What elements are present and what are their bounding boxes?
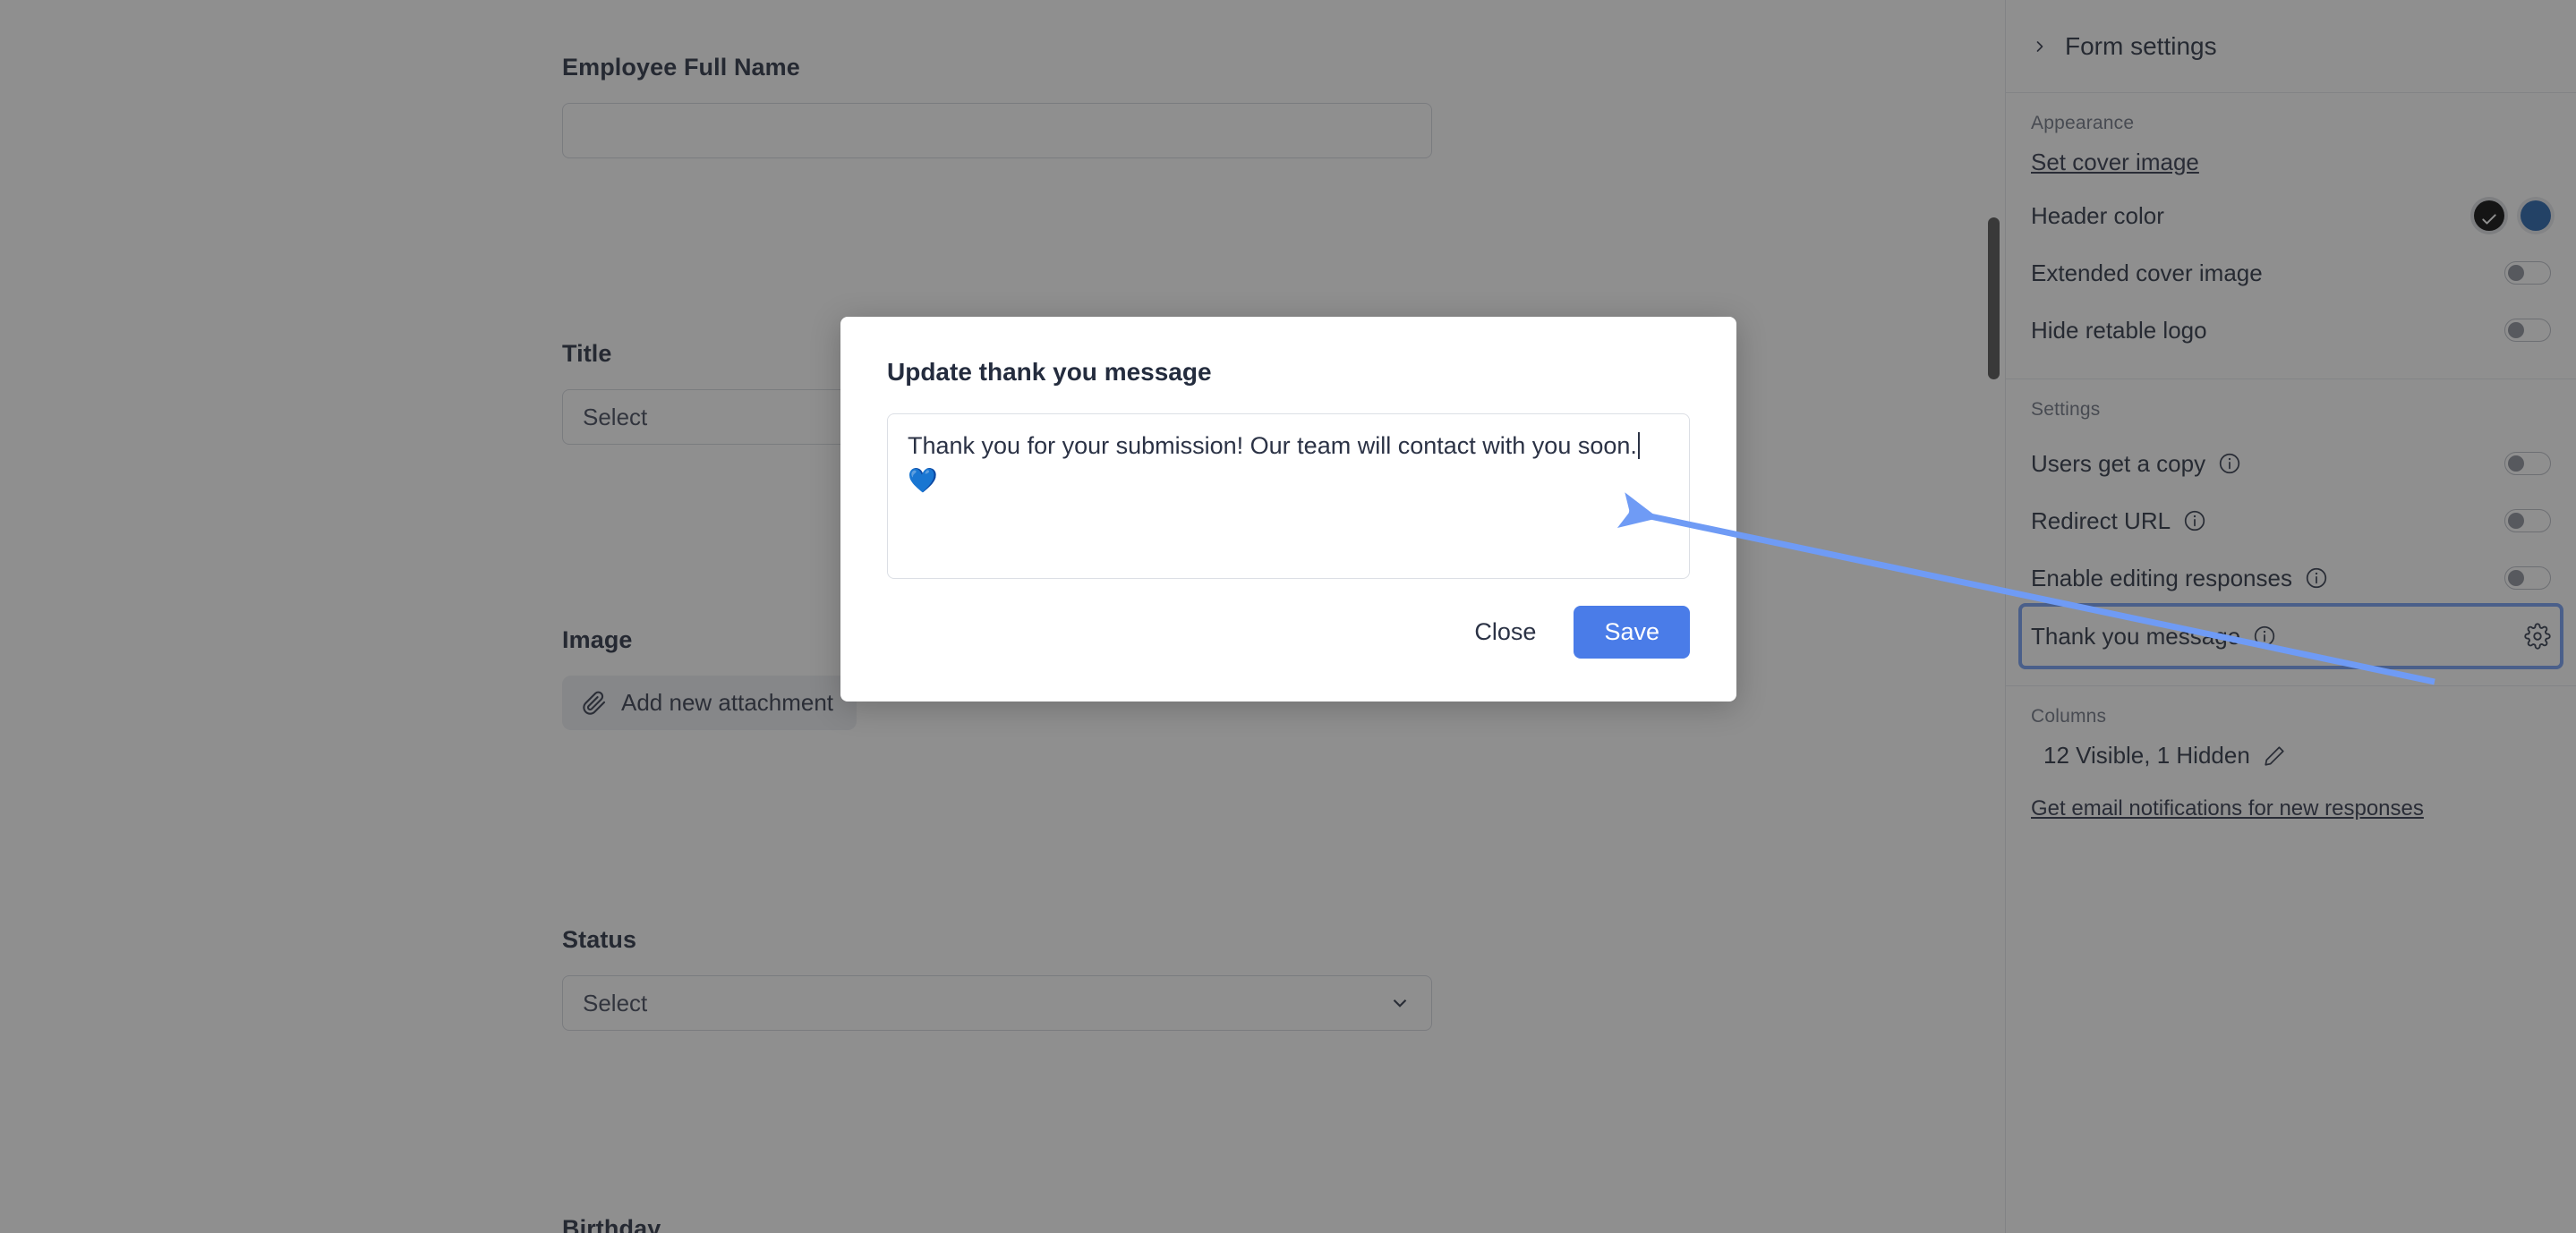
save-button[interactable]: Save bbox=[1574, 606, 1690, 659]
thank-you-message-text: Thank you for your submission! Our team … bbox=[908, 432, 1526, 459]
thank-you-message-textarea[interactable]: Thank you for your submission! Our team … bbox=[887, 413, 1690, 579]
close-button[interactable]: Close bbox=[1456, 608, 1554, 657]
text-cursor bbox=[1637, 432, 1640, 459]
blue-heart-emoji: 💙 bbox=[908, 467, 938, 495]
update-thank-you-message-modal: Update thank you message Thank you for y… bbox=[840, 317, 1736, 702]
modal-title: Update thank you message bbox=[887, 358, 1212, 386]
modal-actions: Close Save bbox=[887, 606, 1690, 659]
thank-you-message-text-line2: you soon. bbox=[1531, 432, 1637, 459]
